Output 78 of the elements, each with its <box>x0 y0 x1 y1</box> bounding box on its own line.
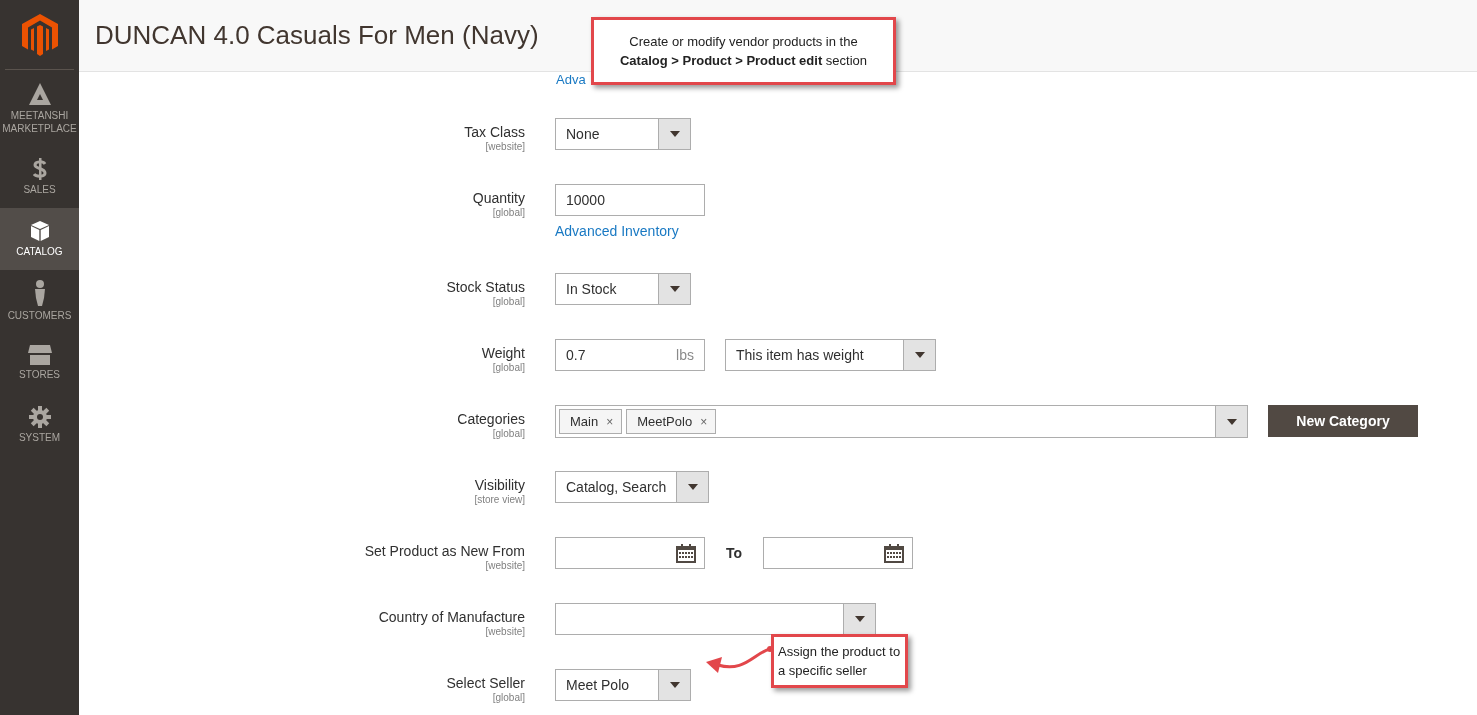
select-value: This item has weight <box>735 345 865 365</box>
scope-label: [global] <box>492 692 525 704</box>
calendar-icon[interactable] <box>884 543 905 563</box>
dropdown-button[interactable] <box>658 119 690 149</box>
field-label: Quantity <box>472 190 525 207</box>
to-label: To <box>726 543 743 563</box>
scope-label: [website] <box>485 560 525 572</box>
storefront-icon <box>27 345 52 365</box>
unit-label: lbs <box>676 345 694 365</box>
nav-item[interactable]: CATALOG <box>0 208 79 270</box>
caret-icon <box>1226 418 1237 425</box>
select-value: In Stock <box>565 279 618 299</box>
field-label: Weight <box>481 345 525 362</box>
scope-label: [website] <box>485 141 525 153</box>
field-label: Set Product as New From <box>364 543 525 560</box>
remove-tag-button[interactable]: × <box>606 412 614 431</box>
callout-text: Create or modify vendor products in the Catalog > Product > Product edit section <box>618 33 869 70</box>
category-tag[interactable]: MeetPolo × <box>626 409 717 434</box>
scope-label: [global] <box>492 296 525 308</box>
nav-item[interactable]: MEETANSHI MARKETPLACE <box>0 70 79 146</box>
weight-field[interactable]: 0.7 lbs <box>555 339 705 371</box>
advanced-inventory-link[interactable]: Advanced Inventory <box>555 221 705 242</box>
tag-label: MeetPolo <box>637 412 693 431</box>
new-category-button[interactable]: New Category <box>1268 405 1418 437</box>
page-title: DUNCAN 4.0 Casuals For Men (Navy) <box>95 19 539 52</box>
nav-item[interactable]: CUSTOMERS <box>0 270 79 332</box>
category-field[interactable]: Main × MeetPolo × <box>555 405 1248 438</box>
select-field[interactable] <box>555 603 876 635</box>
remove-tag-button[interactable]: × <box>700 412 708 431</box>
select-field[interactable]: Meet Polo <box>555 669 691 701</box>
dropdown-button[interactable] <box>658 274 690 304</box>
date-field[interactable] <box>555 537 705 569</box>
dollar-icon <box>32 158 47 180</box>
caret-icon <box>669 286 680 292</box>
field-label: Country of Manufacture <box>378 609 525 626</box>
select-field[interactable]: Catalog, Search <box>555 471 710 503</box>
select-value: Catalog, Search <box>565 477 668 497</box>
scope-label: [global] <box>492 362 525 374</box>
select-field[interactable]: This item has weight <box>725 339 936 371</box>
person-icon <box>32 280 47 306</box>
dropdown-button[interactable] <box>1215 406 1247 437</box>
settings-icon <box>28 406 51 428</box>
nav-item[interactable]: STORES <box>0 332 79 394</box>
dropdown-button[interactable] <box>658 670 690 700</box>
advanced-pricing-link[interactable]: Adva <box>556 72 1477 87</box>
triangle-icon <box>27 81 52 106</box>
scope-label: [global] <box>492 207 525 219</box>
date-field[interactable] <box>763 537 914 569</box>
caret-icon <box>854 616 865 622</box>
dropdown-button[interactable] <box>676 472 709 502</box>
caret-icon <box>687 484 698 490</box>
category-tag[interactable]: Main × <box>559 409 623 434</box>
weight-value: 0.7 <box>566 345 586 365</box>
logo-icon[interactable] <box>21 13 58 56</box>
field-label: Tax Class <box>464 124 525 141</box>
box-icon <box>29 220 50 242</box>
scope-label: [website] <box>485 626 525 638</box>
field-label: Stock Status <box>446 279 525 296</box>
caret-icon <box>669 682 680 688</box>
field-label: Select Seller <box>446 675 525 692</box>
nav-item[interactable]: SYSTEM <box>0 394 79 456</box>
callout-text: Assign the product to a specific seller <box>778 643 901 680</box>
select-field[interactable]: None <box>555 118 691 150</box>
select-value: Meet Polo <box>565 675 631 695</box>
nav-item[interactable]: SALES <box>0 146 79 208</box>
field-label: Visibility <box>474 477 525 494</box>
scope-label: [global] <box>492 428 525 440</box>
calendar-icon[interactable] <box>676 543 696 563</box>
caret-icon <box>669 131 680 137</box>
caret-icon <box>914 352 925 358</box>
tag-label: Main <box>570 412 599 431</box>
dropdown-button[interactable] <box>843 604 875 634</box>
dropdown-button[interactable] <box>903 340 935 370</box>
field-label: Categories <box>457 411 525 428</box>
select-value: None <box>565 124 601 144</box>
select-field[interactable]: In Stock <box>555 273 691 305</box>
scope-label: [store view] <box>474 494 525 506</box>
text-field[interactable]: 10000 <box>555 184 705 216</box>
